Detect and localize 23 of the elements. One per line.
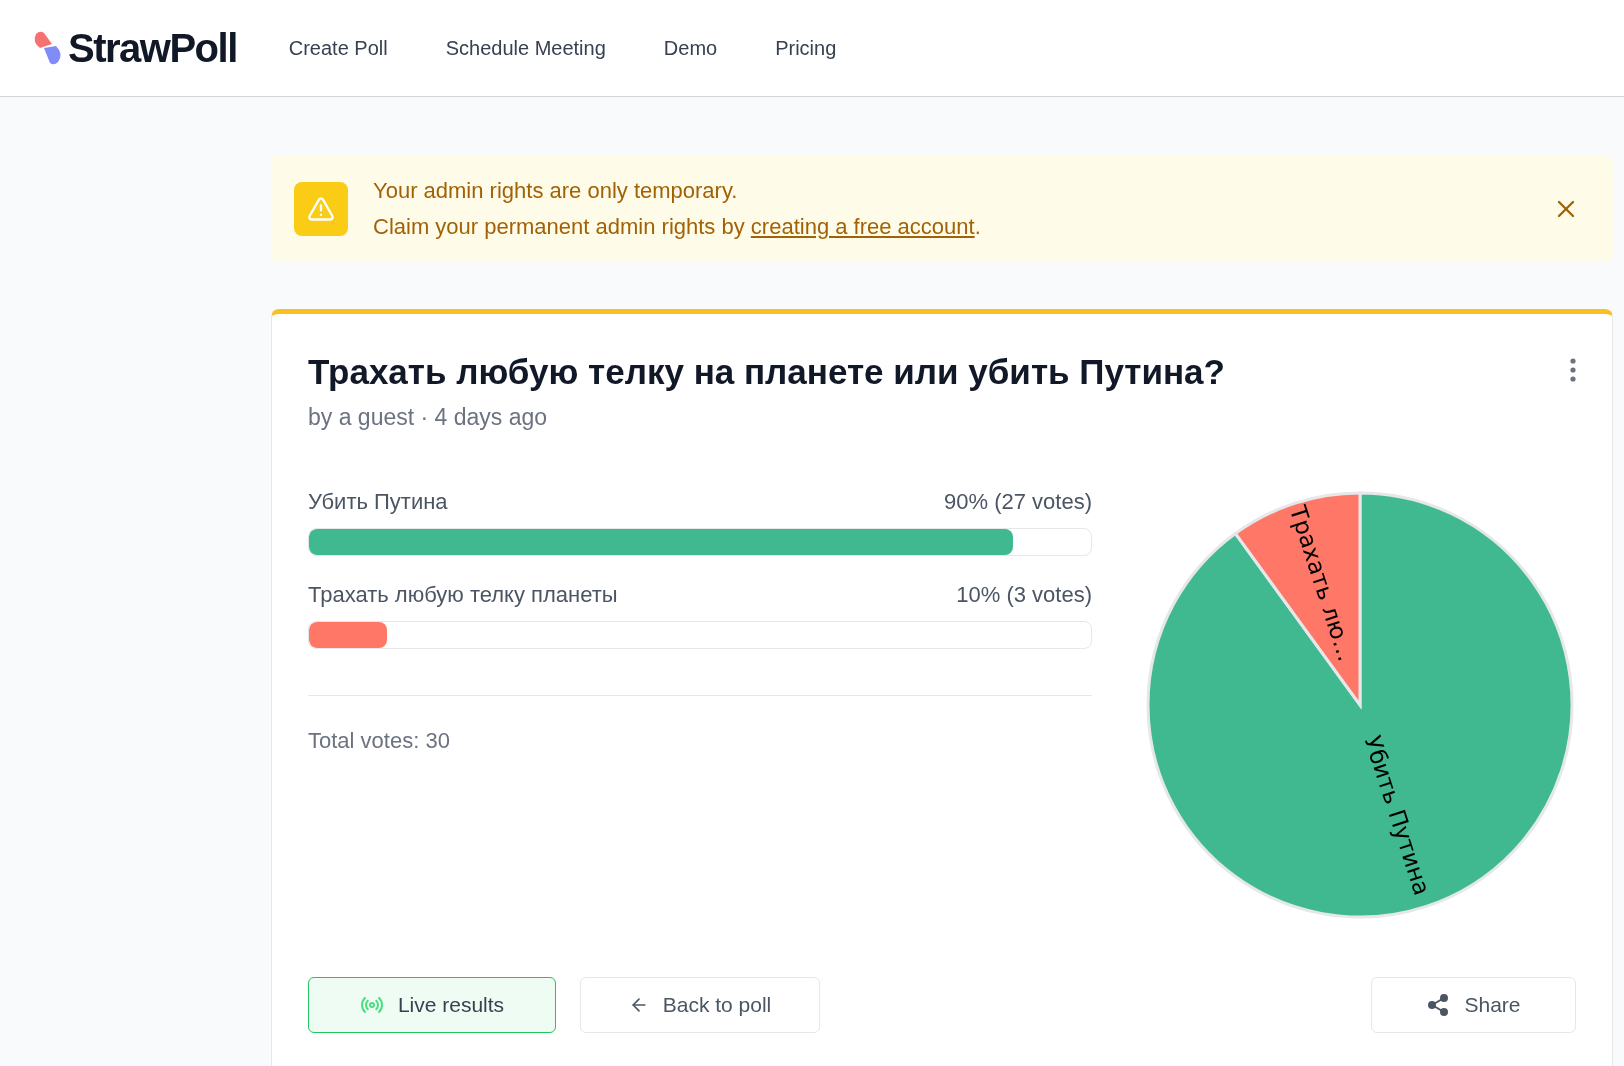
nav-link[interactable]: Create Poll [288, 33, 388, 63]
option-label: Трахать любую телку планеты [308, 580, 618, 609]
banner-text: Claim your permanent admin rights by creating a free account. [373, 212, 981, 241]
banner-text: Your admin rights are only temporary. [373, 176, 739, 205]
option-result: 90% (27 votes) [944, 487, 1092, 516]
back-button[interactable]: Back to poll [580, 977, 820, 1033]
nav-link[interactable]: Pricing [775, 33, 837, 63]
logo-text: StrawPoll [68, 25, 237, 72]
signup-link[interactable]: creating a free account [750, 213, 975, 239]
nav-link[interactable]: Demo [663, 33, 718, 63]
more-options-button[interactable] [1570, 358, 1576, 382]
poll-meta: by a guest · 4 days ago [308, 403, 549, 432]
share-button[interactable]: Share [1371, 977, 1576, 1033]
poll-title: Трахать любую телку на планете или убить Путина? [308, 351, 1225, 393]
total-votes: Total votes: 30 [308, 726, 451, 755]
option-label: Убить Путина [308, 487, 448, 516]
more-vertical-icon [1570, 358, 1576, 382]
option-result: 10% (3 votes) [956, 580, 1092, 609]
nav-link[interactable]: Schedule Meeting [445, 33, 606, 63]
slice-label: Убить Путина [1359, 732, 1436, 898]
share-icon [1426, 993, 1451, 1017]
warning-icon [294, 181, 348, 236]
live-results-button[interactable]: Live results [308, 977, 556, 1033]
